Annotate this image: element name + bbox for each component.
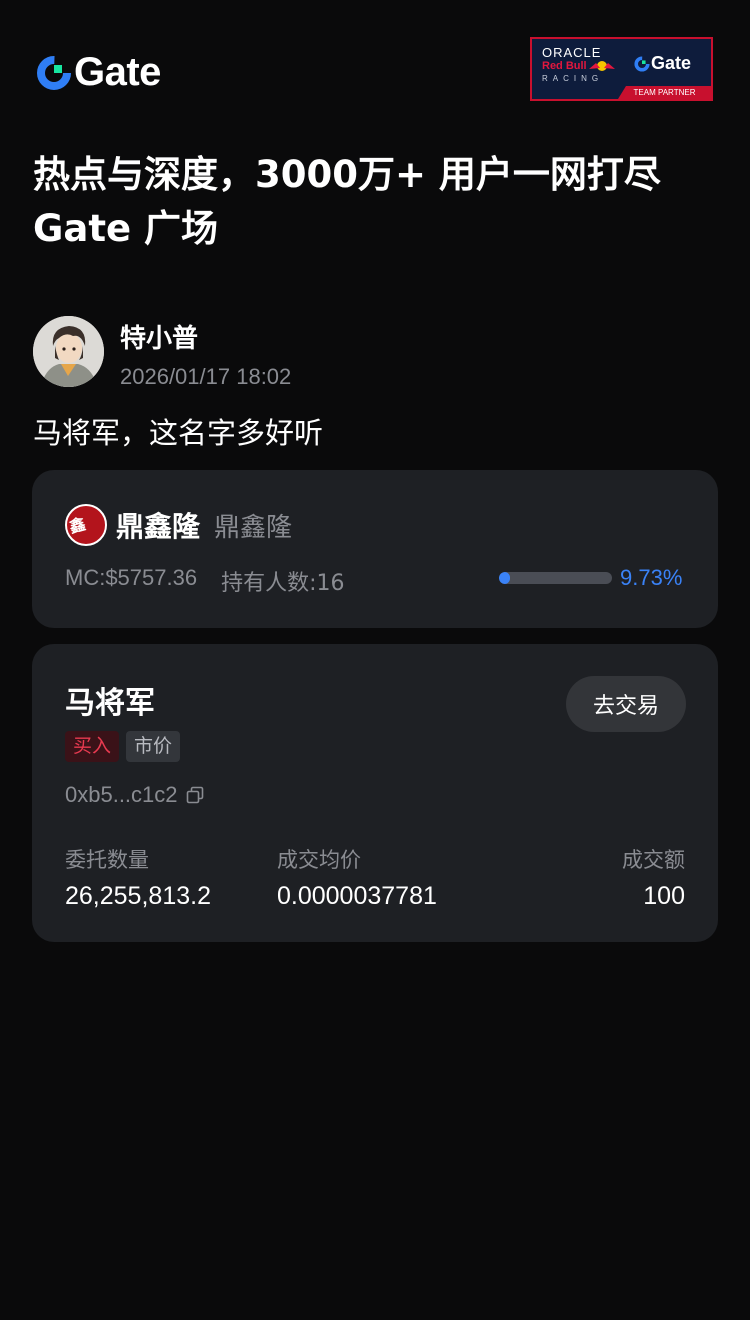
gate-logo[interactable]: Gate: [36, 50, 161, 95]
post-text: 马将军，这名字多好听: [33, 416, 324, 450]
avatar[interactable]: [33, 316, 104, 387]
token-card[interactable]: 鑫 鼎鑫隆 鼎鑫隆 MC:$5757.36 持有人数:16 9.73%: [32, 470, 718, 628]
red-bull-icon: [589, 61, 615, 71]
stat-value: 100: [643, 882, 685, 910]
token-icon-glyph: 鑫: [67, 514, 88, 537]
header: Gate ORACLE Red Bull RACING Gate TEAM PA…: [0, 0, 750, 120]
trade-title: 马将军: [65, 686, 155, 721]
market-order-tag: 市价: [126, 731, 181, 762]
token-symbol: 鼎鑫隆: [214, 512, 293, 543]
stat-label: 成交额: [622, 848, 685, 872]
contract-address: 0xb5...c1c2: [65, 782, 204, 808]
headline-line-1: 热点与深度，3000万+ 用户一网打尽: [33, 153, 661, 196]
token-progress-percent: 9.73%: [620, 565, 683, 590]
trade-tags: 买入 市价: [65, 731, 187, 762]
token-market-cap: MC:$5757.36: [65, 565, 198, 590]
token-name: 鼎鑫隆: [116, 510, 201, 543]
avatar-illustration: [33, 316, 104, 387]
contract-address-text: 0xb5...c1c2: [65, 782, 178, 807]
trade-card: 马将军 去交易 买入 市价 0xb5...c1c2 委托数量 26,255,81…: [32, 644, 718, 942]
page-headline: 热点与深度，3000万+ 用户一网打尽 Gate 广场: [33, 148, 723, 256]
partner-redbull-text: Red Bull: [542, 60, 587, 72]
copy-icon[interactable]: [186, 786, 204, 804]
partner-oracle-text: ORACLE: [542, 45, 602, 60]
gate-logo-icon: [634, 55, 650, 72]
partner-gate-logo: Gate: [634, 53, 691, 74]
stat-value: 26,255,813.2: [65, 882, 211, 910]
post-timestamp: 2026/01/17 18:02: [120, 364, 292, 389]
stat-trade-amount: 成交额 100: [622, 844, 685, 911]
stat-label: 委托数量: [65, 848, 149, 872]
token-holders: 持有人数:16: [221, 571, 345, 596]
partner-racing-text: RACING: [542, 74, 604, 83]
stat-label: 成交均价: [277, 848, 361, 872]
stat-average-price: 成交均价 0.0000037781: [277, 844, 437, 911]
team-partner-band: TEAM PARTNER: [618, 86, 711, 99]
stat-order-quantity: 委托数量 26,255,813.2: [65, 844, 211, 911]
post-author: 特小普 2026/01/17 18:02: [33, 316, 292, 389]
go-trade-button[interactable]: 去交易: [566, 676, 686, 732]
team-partner-badge: ORACLE Red Bull RACING Gate TEAM PARTNER: [530, 37, 713, 101]
partner-gate-text: Gate: [651, 53, 692, 73]
token-progress-bar: [499, 572, 612, 584]
gate-logo-icon: [37, 55, 71, 90]
buy-tag: 买入: [65, 731, 120, 762]
gate-logo-text: Gate: [74, 50, 161, 94]
stat-value: 0.0000037781: [277, 882, 437, 910]
author-name[interactable]: 特小普: [120, 318, 291, 355]
headline-line-2: Gate 广场: [33, 207, 218, 250]
token-progress-fill: [499, 572, 511, 584]
token-icon: 鑫: [65, 504, 107, 546]
